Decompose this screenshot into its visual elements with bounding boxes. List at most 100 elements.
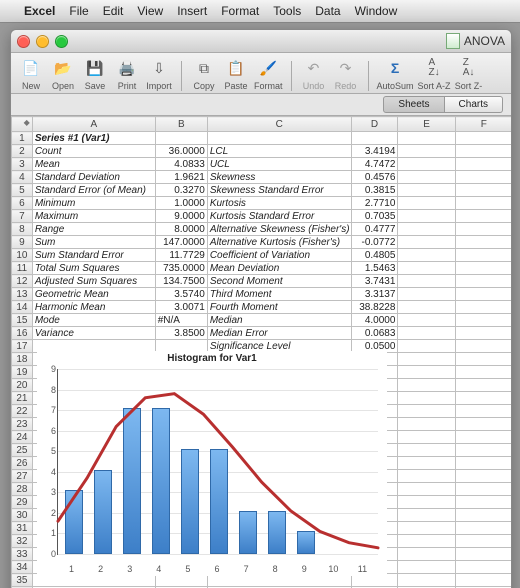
row-header[interactable]: 2 [12,145,33,158]
cell[interactable]: 134.7500 [155,275,207,288]
cell[interactable]: Alternative Skewness (Fisher's) [207,223,351,236]
row-header[interactable]: 11 [12,262,33,275]
cell[interactable] [455,535,511,548]
cell[interactable]: 0.0683 [351,327,398,340]
spreadsheet[interactable]: A B C D E F 1Series #1 (Var1)2Count36.00… [11,116,511,588]
cell[interactable]: Geometric Mean [32,288,155,301]
cell[interactable] [398,171,455,184]
table-row[interactable]: 12Adjusted Sum Squares134.7500Second Mom… [12,275,512,288]
row-header[interactable]: 4 [12,171,33,184]
cell[interactable]: Total Sum Squares [32,262,155,275]
table-row[interactable]: 5Standard Error (of Mean)0.3270Skewness … [12,184,512,197]
cell[interactable]: 3.4194 [351,145,398,158]
row-header[interactable]: 1 [12,132,33,145]
menu-tools[interactable]: Tools [273,4,301,18]
cell[interactable] [455,483,511,496]
menu-data[interactable]: Data [315,4,340,18]
cell[interactable] [398,470,455,483]
row-header[interactable]: 6 [12,197,33,210]
row-header[interactable]: 13 [12,288,33,301]
row-header[interactable]: 26 [12,457,33,470]
row-header[interactable]: 10 [12,249,33,262]
cell[interactable] [455,327,511,340]
cell[interactable] [455,457,511,470]
cell[interactable]: 3.7431 [351,275,398,288]
cell[interactable] [398,236,455,249]
cell[interactable]: 2.7710 [351,197,398,210]
cell[interactable]: Range [32,223,155,236]
cell[interactable] [455,548,511,561]
col-header-f[interactable]: F [455,117,511,132]
close-window-button[interactable] [17,35,30,48]
save-button[interactable]: 💾 Save [81,57,109,91]
cell[interactable] [398,262,455,275]
cell[interactable] [455,470,511,483]
cell[interactable] [455,444,511,457]
cell[interactable] [455,223,511,236]
undo-button[interactable]: ↶ Undo [300,57,328,91]
import-button[interactable]: ⇩ Import [145,57,173,91]
cell[interactable] [455,405,511,418]
row-header[interactable]: 18 [12,353,33,366]
table-row[interactable]: 10Sum Standard Error11.7729Coefficient o… [12,249,512,262]
row-header[interactable]: 30 [12,509,33,522]
cell[interactable] [455,132,511,145]
row-header[interactable]: 9 [12,236,33,249]
row-header[interactable]: 33 [12,548,33,561]
cell[interactable] [398,210,455,223]
cell[interactable] [398,405,455,418]
menu-format[interactable]: Format [221,4,259,18]
row-header[interactable]: 20 [12,379,33,392]
cell[interactable] [455,275,511,288]
copy-button[interactable]: ⧉ Copy [190,57,218,91]
cell[interactable]: Median Error [207,327,351,340]
menu-file[interactable]: File [69,4,88,18]
print-button[interactable]: 🖨️ Print [113,57,141,91]
table-row[interactable]: 3Mean4.0833UCL4.7472 [12,158,512,171]
row-header[interactable]: 34 [12,561,33,574]
redo-button[interactable]: ↷ Redo [332,57,360,91]
cell[interactable]: 3.0071 [155,301,207,314]
cell[interactable]: Second Moment [207,275,351,288]
menu-window[interactable]: Window [355,4,398,18]
cell[interactable] [455,197,511,210]
cell[interactable] [398,431,455,444]
cell[interactable]: 3.5740 [155,288,207,301]
col-header-b[interactable]: B [155,117,207,132]
row-header[interactable]: 22 [12,405,33,418]
sheets-tab[interactable]: Sheets [383,96,444,113]
table-row[interactable]: 1Series #1 (Var1) [12,132,512,145]
table-row[interactable]: 4Standard Deviation1.9621Skewness0.4576 [12,171,512,184]
cell[interactable]: 1.5463 [351,262,398,275]
cell[interactable]: 0.3815 [351,184,398,197]
cell[interactable] [398,301,455,314]
table-row[interactable]: 13Geometric Mean3.5740Third Moment3.3137 [12,288,512,301]
table-row[interactable]: 14Harmonic Mean3.0071Fourth Moment38.822… [12,301,512,314]
cell[interactable] [398,392,455,405]
cell[interactable] [455,418,511,431]
cell[interactable] [398,314,455,327]
row-header[interactable]: 28 [12,483,33,496]
row-header[interactable]: 5 [12,184,33,197]
row-header[interactable]: 7 [12,210,33,223]
cell[interactable] [455,171,511,184]
cell[interactable] [455,522,511,535]
cell[interactable]: Harmonic Mean [32,301,155,314]
row-header[interactable]: 35 [12,574,33,587]
cell[interactable]: Skewness Standard Error [207,184,351,197]
cell[interactable] [398,379,455,392]
sort-az-button[interactable]: AZ↓ Sort A-Z [418,57,451,91]
row-header[interactable]: 14 [12,301,33,314]
row-header[interactable]: 27 [12,470,33,483]
cell[interactable] [455,145,511,158]
cell[interactable] [398,275,455,288]
embedded-chart[interactable]: Histogram for Var1 012345678912345678910… [37,351,387,576]
cell[interactable]: Alternative Kurtosis (Fisher's) [207,236,351,249]
cell[interactable] [455,314,511,327]
cell[interactable] [398,340,455,353]
table-row[interactable]: 6Minimum1.0000Kurtosis2.7710 [12,197,512,210]
cell[interactable]: Mean Deviation [207,262,351,275]
cell[interactable]: Series #1 (Var1) [32,132,155,145]
cell[interactable]: 0.4777 [351,223,398,236]
cell[interactable]: 3.8500 [155,327,207,340]
